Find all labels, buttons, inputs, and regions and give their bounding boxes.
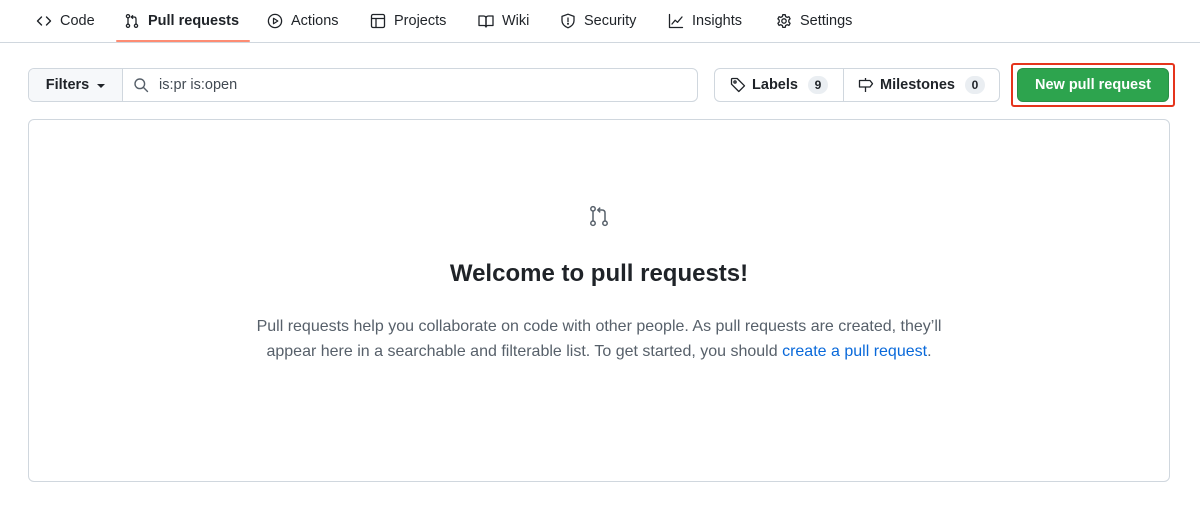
empty-state-description: Pull requests help you collaborate on co…	[239, 314, 959, 364]
gear-icon	[776, 13, 792, 29]
play-icon	[267, 13, 283, 29]
table-icon	[370, 13, 386, 29]
tab-pull-requests[interactable]: Pull requests	[124, 0, 239, 42]
graph-icon	[668, 13, 684, 29]
tab-wiki[interactable]: Wiki	[478, 0, 529, 42]
empty-state-title: Welcome to pull requests!	[449, 260, 749, 287]
active-tab-underline	[116, 40, 250, 42]
search-wrapper	[123, 69, 697, 101]
milestones-button[interactable]: Milestones 0	[844, 69, 999, 101]
milestone-icon	[858, 77, 876, 93]
filters-button[interactable]: Filters	[29, 69, 123, 101]
caret-down-icon	[97, 84, 106, 88]
empty-state-trailing: .	[927, 343, 932, 360]
tab-security[interactable]: Security	[560, 0, 636, 42]
book-icon	[478, 13, 494, 29]
git-pull-request-icon	[124, 13, 140, 29]
tab-actions[interactable]: Actions	[267, 0, 339, 42]
code-icon	[36, 13, 52, 29]
tab-actions-label: Actions	[291, 13, 339, 29]
tab-projects[interactable]: Projects	[370, 0, 446, 42]
tab-insights-label: Insights	[692, 13, 742, 29]
milestones-label: Milestones	[880, 77, 955, 93]
search-icon	[133, 77, 149, 93]
shield-icon	[560, 13, 576, 29]
search-input[interactable]	[159, 69, 697, 101]
tag-icon	[730, 77, 748, 93]
new-pull-request-button[interactable]: New pull request	[1017, 68, 1169, 102]
empty-state-panel: Welcome to pull requests! Pull requests …	[28, 119, 1170, 482]
tab-settings[interactable]: Settings	[776, 0, 852, 42]
filters-label: Filters	[45, 77, 90, 93]
tab-projects-label: Projects	[394, 13, 447, 29]
labels-label: Labels	[752, 77, 798, 93]
tab-insights[interactable]: Insights	[668, 0, 742, 42]
labels-button[interactable]: Labels 9	[715, 69, 844, 101]
git-pull-request-icon	[587, 204, 611, 228]
labels-milestones-group: Labels 9 Milestones 0	[714, 68, 1000, 102]
labels-count: 9	[807, 76, 828, 94]
tab-code[interactable]: Code	[36, 0, 95, 42]
tab-pull-requests-label: Pull requests	[148, 13, 240, 29]
tab-code-label: Code	[60, 13, 95, 29]
tab-wiki-label: Wiki	[502, 13, 530, 29]
tab-settings-label: Settings	[800, 13, 853, 29]
create-pull-request-link[interactable]: create a pull request	[782, 343, 927, 360]
tab-security-label: Security	[584, 13, 637, 29]
filter-search-group: Filters	[28, 68, 698, 102]
milestones-count: 0	[964, 76, 985, 94]
repo-nav: Code Pull requests Actions Projects Wiki…	[0, 0, 1200, 43]
